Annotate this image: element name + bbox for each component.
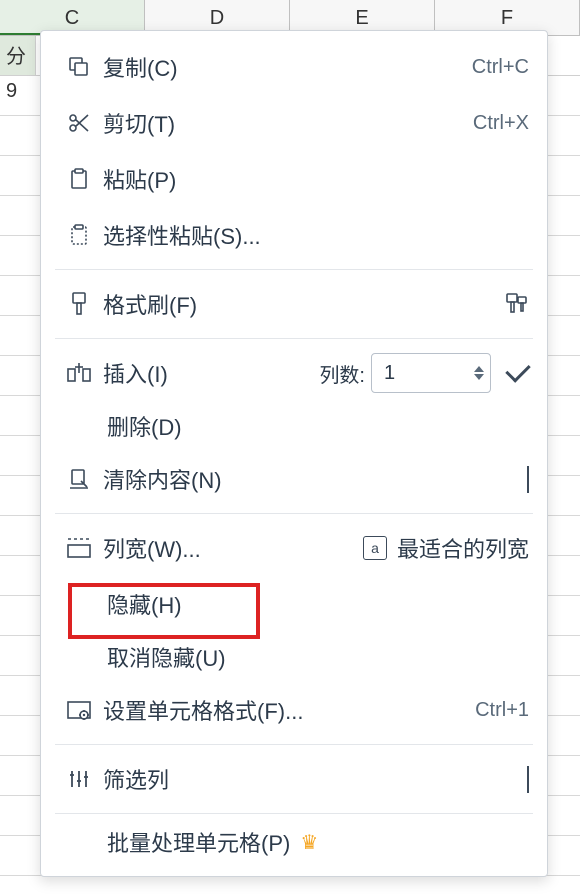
menu-cut[interactable]: 剪切(T) Ctrl+X [41, 95, 547, 151]
paintbrush-icon [59, 291, 99, 317]
submenu-arrow-icon [527, 766, 529, 792]
menu-delete-label: 删除(D) [103, 410, 182, 442]
menu-delete[interactable]: 删除(D) [41, 401, 547, 451]
spinner-down-icon[interactable] [474, 374, 484, 380]
menu-format-painter[interactable]: 格式刷(F) [41, 276, 547, 332]
menu-filter-column[interactable]: 筛选列 [41, 751, 547, 807]
insert-count-value: 1 [378, 362, 395, 385]
copy-icon [59, 55, 99, 79]
menu-copy[interactable]: 复制(C) Ctrl+C [41, 39, 547, 95]
separator [55, 744, 533, 745]
menu-autofit-width[interactable]: a 最适合的列宽 [363, 532, 529, 564]
menu-filter-column-label: 筛选列 [99, 763, 169, 795]
insert-count-label: 列数: [319, 359, 365, 388]
menu-paste[interactable]: 粘贴(P) [41, 151, 547, 207]
menu-copy-label: 复制(C) [99, 51, 178, 83]
menu-unhide[interactable]: 取消隐藏(U) [41, 632, 547, 682]
format-painter-alt-icon[interactable] [503, 291, 529, 317]
menu-batch-cells-label: 批量处理单元格(P) [103, 826, 290, 858]
column-width-icon [59, 537, 99, 559]
submenu-arrow-icon [527, 466, 529, 492]
menu-column-width[interactable]: 列宽(W)... a 最适合的列宽 [41, 520, 547, 576]
separator [55, 338, 533, 339]
crown-icon: ♛ [300, 830, 318, 855]
separator [55, 269, 533, 270]
menu-format-cells-label: 设置单元格格式(F)... [99, 694, 303, 726]
eraser-icon [59, 467, 99, 491]
cell-c1[interactable]: 分 [0, 36, 36, 75]
insert-icon [59, 361, 99, 385]
menu-cut-shortcut: Ctrl+X [473, 112, 529, 135]
separator [55, 813, 533, 814]
spinner-up-icon[interactable] [474, 366, 484, 372]
menu-clear[interactable]: 清除内容(N) [41, 451, 547, 507]
autofit-icon: a [363, 536, 387, 560]
menu-cut-label: 剪切(T) [99, 107, 175, 139]
menu-copy-shortcut: Ctrl+C [472, 56, 529, 79]
menu-batch-cells[interactable]: 批量处理单元格(P) ♛ [41, 820, 547, 864]
separator [55, 513, 533, 514]
menu-format-cells[interactable]: 设置单元格格式(F)... Ctrl+1 [41, 682, 547, 738]
context-menu: 复制(C) Ctrl+C 剪切(T) Ctrl+X 粘贴(P) 选择性粘 [40, 30, 548, 877]
menu-autofit-width-label: 最适合的列宽 [397, 532, 529, 564]
menu-clear-label: 清除内容(N) [99, 463, 222, 495]
menu-format-painter-label: 格式刷(F) [99, 288, 197, 320]
menu-column-width-label: 列宽(W)... [99, 532, 201, 564]
menu-hide-label: 隐藏(H) [103, 588, 182, 620]
menu-unhide-label: 取消隐藏(U) [103, 641, 226, 673]
menu-format-cells-shortcut: Ctrl+1 [475, 699, 529, 722]
menu-paste-label: 粘贴(P) [99, 163, 176, 195]
clipboard-special-icon [59, 223, 99, 247]
menu-paste-special-label: 选择性粘贴(S)... [99, 219, 261, 251]
format-cells-icon [59, 698, 99, 722]
menu-insert-label: 插入(I) [99, 357, 168, 389]
menu-hide[interactable]: 隐藏(H) [41, 576, 547, 632]
confirm-insert-button[interactable] [505, 357, 530, 382]
clipboard-icon [59, 167, 99, 191]
menu-insert[interactable]: 插入(I) 列数: 1 [41, 345, 547, 401]
insert-count-input[interactable]: 1 [371, 353, 491, 393]
menu-paste-special[interactable]: 选择性粘贴(S)... [41, 207, 547, 263]
scissors-icon [59, 111, 99, 135]
filter-column-icon [59, 767, 99, 791]
